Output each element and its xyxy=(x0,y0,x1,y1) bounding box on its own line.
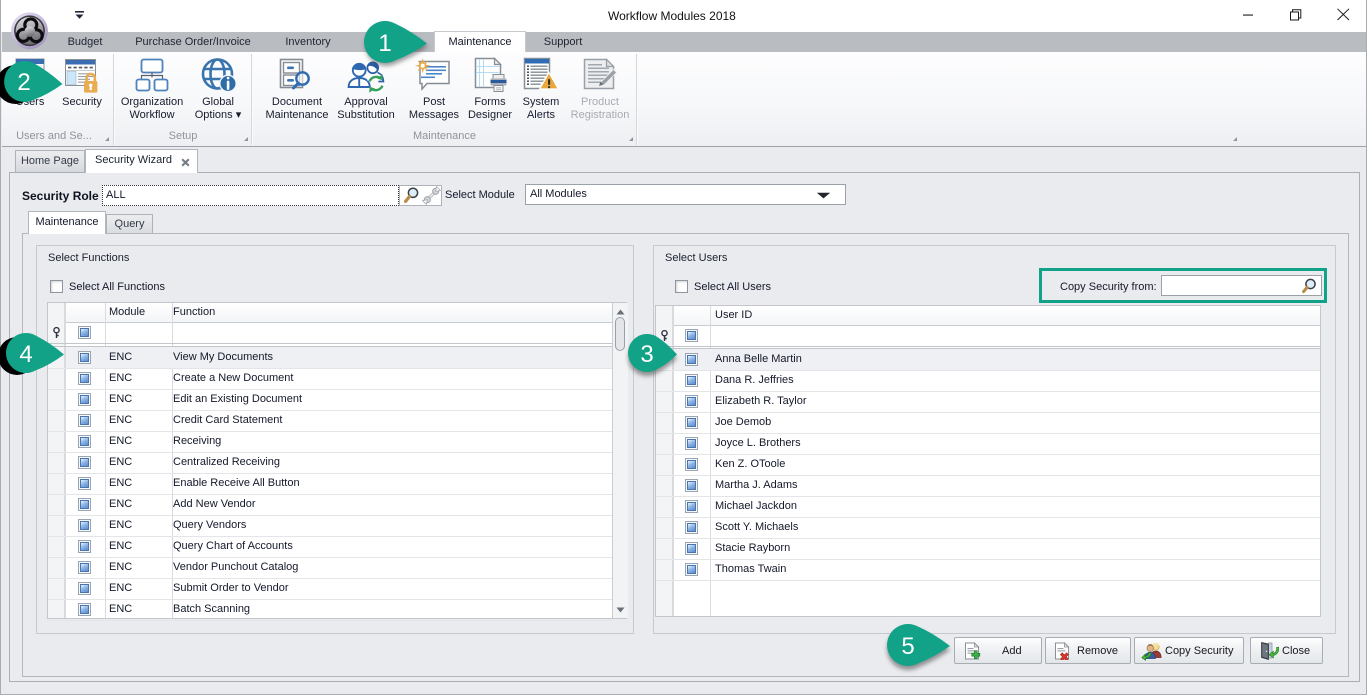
svg-text:2: 2 xyxy=(17,69,30,96)
svg-text:1: 1 xyxy=(378,30,391,57)
svg-text:5: 5 xyxy=(901,633,914,660)
svg-text:4: 4 xyxy=(19,341,32,368)
svg-text:3: 3 xyxy=(640,341,653,368)
